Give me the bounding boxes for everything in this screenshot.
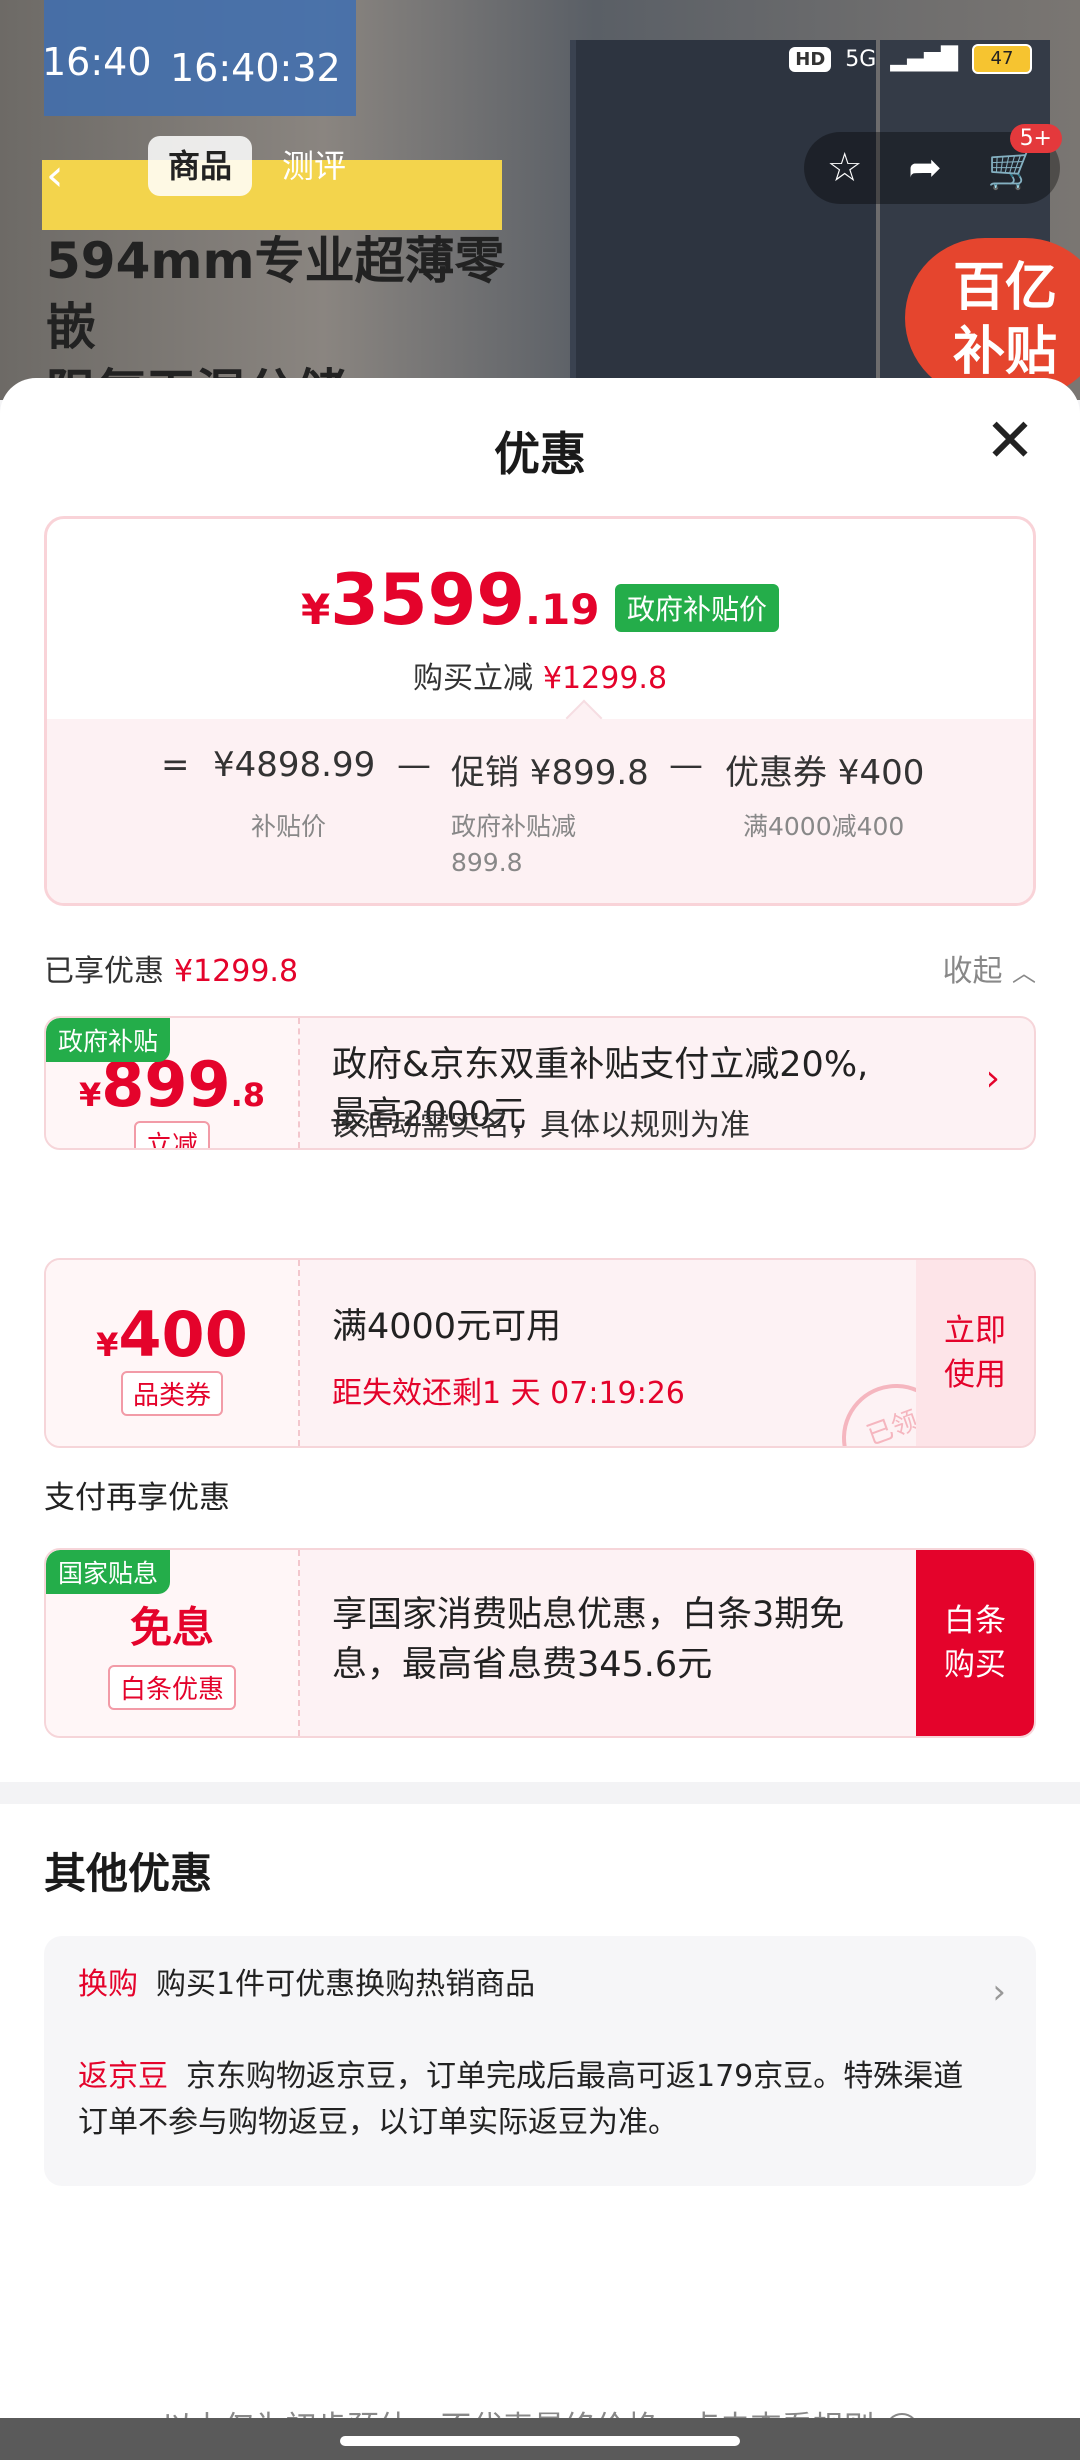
baitiao-buy-button[interactable]: 白条 购买 xyxy=(916,1550,1034,1736)
trade-in-text: 购买1件可优惠换购热销商品 xyxy=(156,1967,536,2002)
jingdou-row: 返京豆 京东购物返京豆，订单完成后最高可返179京豆。特殊渠道订单不参与购物返豆，… xyxy=(78,2054,978,2146)
breakdown-notch xyxy=(565,699,603,737)
tab-review[interactable]: 测评 xyxy=(262,136,366,196)
coupon-type-pill: 白条优惠 xyxy=(107,1665,236,1710)
price-integer: 3599 xyxy=(330,559,526,641)
coupon-corner-tag: 国家贴息 xyxy=(46,1550,171,1594)
cart-count-badge: 5+ xyxy=(1009,124,1062,153)
discount-sheet: 优惠 ✕ ¥3599.19 政府补贴价 购买立减 ¥1299.8 = ¥4898.… xyxy=(0,378,1080,2460)
coupon-amount: ¥400 xyxy=(46,1298,298,1371)
status-time: 16:40 xyxy=(42,40,152,84)
sheet-title: 优惠 xyxy=(494,427,586,481)
status-icons: HD 5G ▂▄▆█ 47 xyxy=(789,44,1032,74)
signal-icon: ▂▄▆█ xyxy=(890,46,958,72)
product-headline: 594mm专业超薄零嵌 阻氧干湿分储 xyxy=(46,232,505,400)
hd-icon: HD xyxy=(789,46,832,72)
status-bar: 16:40 16:40:32 HD 5G ▂▄▆█ 47 xyxy=(0,40,1080,100)
enjoyed-label: 已享优惠 xyxy=(44,954,164,989)
home-indicator[interactable] xyxy=(340,2436,740,2446)
coupon-description: 享国家消费贴息优惠，白条3期免 息，最高省息费345.6元 xyxy=(332,1595,845,1685)
coupon-rule-note: 该活动需实名，具体以规则为准 xyxy=(330,1108,750,1143)
minus-sign-2: — xyxy=(669,745,703,785)
base-price-label: 补贴价 xyxy=(251,812,327,841)
price-card: ¥3599.19 政府补贴价 购买立减 ¥1299.8 = ¥4898.99 补贴… xyxy=(44,516,1036,906)
coupon-decimal: .8 xyxy=(230,1076,266,1114)
chevron-right-icon[interactable]: › xyxy=(992,1972,1006,2012)
pay-again-label: 支付再享优惠 xyxy=(44,1480,230,1516)
battery-icon: 47 xyxy=(972,44,1032,74)
jingdou-text: 京东购物返京豆，订单完成后最高可返179京豆。特殊渠道订单不参与购物返豆，以订单… xyxy=(78,2059,964,2140)
coupon-currency: ¥ xyxy=(96,1326,119,1364)
base-price-value: ¥4898.99 xyxy=(213,745,376,785)
coupon-label: 满4000减400 xyxy=(743,812,905,841)
price-decimal: .19 xyxy=(525,585,600,634)
other-discounts-title: 其他优惠 xyxy=(44,1849,213,1898)
section-divider xyxy=(0,1782,1080,1804)
chevron-up-icon: ︿ xyxy=(1012,959,1036,987)
tab-product[interactable]: 商品 xyxy=(148,136,253,196)
coupon-type-pill: 品类券 xyxy=(120,1371,223,1416)
minus-sign-1: — xyxy=(397,745,431,785)
coupon-type-pill: 立减 xyxy=(133,1121,210,1148)
share-icon[interactable]: ➦ xyxy=(908,145,942,191)
status-time-overlay: 16:40:32 xyxy=(170,46,341,90)
coupon-category[interactable]: ¥400 品类券 满4000元可用 距失效还剩1 天 07:19:26 已领 立… xyxy=(44,1258,1036,1448)
promo-label: 政府补贴减 899.8 xyxy=(451,812,577,877)
collapse-button[interactable]: 收起 ︿ xyxy=(942,946,1036,990)
back-arrow-icon[interactable]: ‹ xyxy=(46,150,64,201)
reduce-label: 购买立减 xyxy=(412,661,533,696)
trade-in-row[interactable]: 换购 购买1件可优惠换购热销商品 xyxy=(78,1962,978,2008)
coupon-integer: 400 xyxy=(118,1298,248,1371)
trade-in-tag: 换购 xyxy=(78,1967,138,2002)
reduce-line: 购买立减 ¥1299.8 xyxy=(47,653,1033,697)
coupon-corner-tag: 政府补贴 xyxy=(46,1018,171,1062)
jingdou-tag: 返京豆 xyxy=(78,2059,168,2094)
subsidy-badge: 百亿 补贴 xyxy=(905,238,1080,398)
coupon-value: 优惠券 ¥400 xyxy=(725,753,925,793)
interest-free-title: 免息 xyxy=(129,1603,214,1652)
star-icon[interactable]: ☆ xyxy=(827,145,863,191)
coupon-amount-area: ¥400 品类券 xyxy=(46,1260,300,1446)
coupon-interest-free[interactable]: 免息 白条优惠 国家贴息 享国家消费贴息优惠，白条3期免 息，最高省息费345.… xyxy=(44,1548,1036,1738)
chevron-right-icon: › xyxy=(985,1058,1000,1099)
top-nav: ‹ 商品 测评 ☆ ➦ 🛒 5+ xyxy=(0,124,1080,206)
coupon-description: 满4000元可用 xyxy=(332,1307,562,1347)
final-price: ¥3599.19 政府补贴价 xyxy=(47,559,1033,644)
equals-sign: = xyxy=(161,745,190,785)
other-discounts-box: 换购 购买1件可优惠换购热销商品 › 返京豆 京东购物返京豆，订单完成后最高可返17… xyxy=(44,1936,1036,2186)
price-breakdown: = ¥4898.99 补贴价 — 促销 ¥899.8 政府补贴减 899.8 —… xyxy=(47,699,1033,903)
gov-subsidy-price-tag: 政府补贴价 xyxy=(615,583,780,632)
enjoyed-value: ¥1299.8 xyxy=(174,954,299,989)
price-currency: ¥ xyxy=(300,585,331,634)
coupon-currency: ¥ xyxy=(78,1076,102,1114)
collapse-label: 收起 xyxy=(942,954,1003,989)
network-label: 5G xyxy=(845,46,877,72)
coupon-countdown: 距失效还剩1 天 07:19:26 xyxy=(332,1376,685,1411)
close-icon[interactable]: ✕ xyxy=(984,411,1036,471)
reduce-value: ¥1299.8 xyxy=(542,661,668,696)
use-now-button[interactable]: 立即 使用 xyxy=(916,1260,1034,1446)
promo-value: 促销 ¥899.8 xyxy=(451,753,649,793)
enjoyed-discount: 已享优惠 ¥1299.8 xyxy=(44,946,298,990)
